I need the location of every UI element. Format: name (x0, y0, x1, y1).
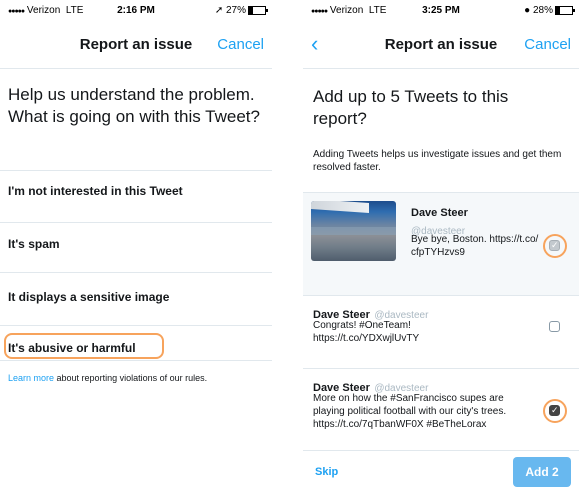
option-spam[interactable]: It's spam (0, 222, 272, 263)
battery: ➚ 27% (215, 5, 268, 16)
tweet-photo (311, 201, 396, 261)
footer-bar: Skip Add 2 (303, 450, 579, 495)
tweet-text: Congrats! #OneTeam! https://t.co/YDXwjlU… (313, 320, 420, 344)
nav-bar: Report an issue Cancel (0, 20, 272, 69)
option-label: It's spam (8, 237, 60, 251)
highlight-ring (543, 234, 567, 258)
option-not-interested[interactable]: I'm not interested in this Tweet (0, 170, 272, 211)
highlight-abusive (4, 333, 164, 359)
option-sensitive-image[interactable]: It displays a sensitive image (0, 272, 272, 319)
report-prompt: Help us understand the problem. What is … (8, 85, 260, 126)
cancel-button[interactable]: Cancel (217, 36, 264, 53)
tweet-text: Bye bye, Boston. https://t.co/cfpTYHzvs9 (411, 234, 539, 258)
report-screen-left: ●●●●● Verizon LTE 2:16 PM ➚ 27% Report a… (0, 0, 272, 495)
battery-icon (555, 5, 575, 15)
status-bar: ●●●●● Verizon LTE 2:16 PM ➚ 27% (0, 0, 272, 20)
learn-more-rest: about reporting violations of our rules. (54, 373, 208, 383)
highlight-ring (543, 399, 567, 423)
tweet-checkbox[interactable] (549, 321, 560, 332)
add-tweets-prompt: Add up to 5 Tweets to this report? (313, 87, 509, 128)
battery-icon (248, 5, 268, 15)
report-screen-right: ●●●●● Verizon LTE 3:25 PM ● 28% ‹ Report… (303, 0, 579, 495)
add-button[interactable]: Add 2 (513, 457, 571, 487)
nav-bar: ‹ Report an issue Cancel (303, 20, 579, 69)
tweet-row[interactable]: Dave Steer @davesteer Bye bye, Boston. ht… (303, 192, 579, 296)
learn-more-link[interactable]: Learn more (8, 373, 54, 383)
tweet-text: More on how the #SanFrancisco supes are … (313, 393, 507, 430)
learn-more-text: Learn more about reporting violations of… (8, 373, 270, 383)
tweet-row[interactable]: Dave Steer @davesteer More on how the #S… (303, 368, 579, 459)
tweet-row[interactable]: Dave Steer @davesteer Congrats! #OneTeam… (303, 295, 579, 369)
option-label: It displays a sensitive image (8, 290, 170, 304)
battery: ● 28% (524, 5, 575, 16)
add-tweets-subtext: Adding Tweets helps us investigate issue… (313, 149, 562, 173)
status-bar: ●●●●● Verizon LTE 3:25 PM ● 28% (303, 0, 579, 20)
cancel-button[interactable]: Cancel (524, 36, 571, 53)
skip-button[interactable]: Skip (315, 466, 338, 478)
option-label: I'm not interested in this Tweet (8, 184, 183, 198)
